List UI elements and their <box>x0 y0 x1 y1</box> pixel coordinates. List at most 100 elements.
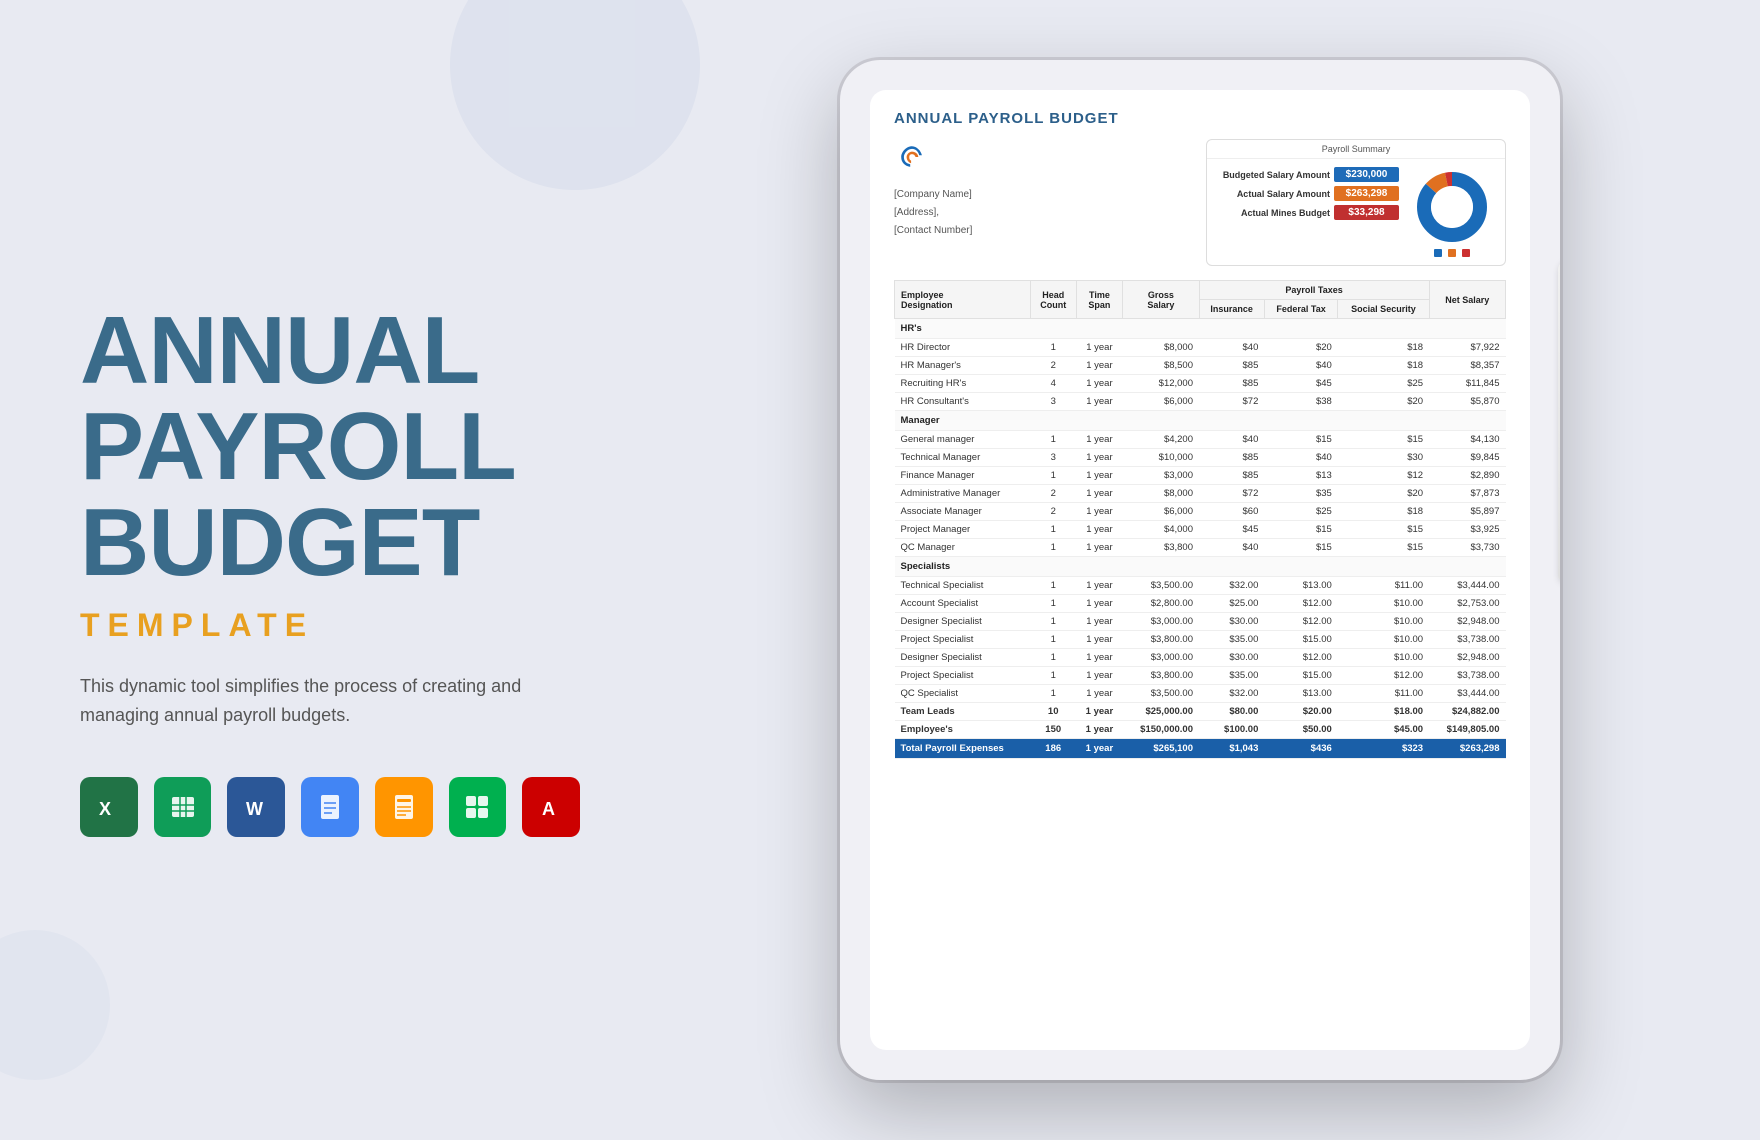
td-time-span: 1 year <box>1076 577 1122 595</box>
th-net-salary: Net Salary <box>1429 281 1505 319</box>
decorative-circle-2 <box>0 930 110 1080</box>
td-designation: Administrative Manager <box>895 485 1031 503</box>
td-head-count: 2 <box>1030 485 1076 503</box>
td-head-count: 1 <box>1030 649 1076 667</box>
td-social-security: $11.00 <box>1338 685 1429 703</box>
contact-field: [Contact Number] <box>894 222 1190 240</box>
table-row: Technical Manager 3 1 year $10,000 $85 $… <box>895 449 1506 467</box>
td-designation: QC Manager <box>895 539 1031 557</box>
td-gross-salary: $3,000.00 <box>1123 649 1199 667</box>
td-designation: HR Consultant's <box>895 393 1031 411</box>
td-designation: Project Specialist <box>895 631 1031 649</box>
right-panel: ANNUAL PAYROLL BUDGET [Company Name] [Ad… <box>640 60 1760 1080</box>
sheets-icon[interactable] <box>154 777 212 837</box>
td-head-count: 1 <box>1030 613 1076 631</box>
td-gross-salary: $6,000 <box>1123 503 1199 521</box>
svg-text:X: X <box>99 799 111 819</box>
summary-content: Budgeted Salary Amount $230,000 Actual S… <box>1207 159 1505 265</box>
td-social-security: $12 <box>1338 467 1429 485</box>
td-social-security: $10.00 <box>1338 649 1429 667</box>
tablet-screen: ANNUAL PAYROLL BUDGET [Company Name] [Ad… <box>870 90 1530 1050</box>
td-head-count: 1 <box>1030 539 1076 557</box>
section-name: Specialists <box>895 557 1506 577</box>
td-gross-salary: $10,000 <box>1123 449 1199 467</box>
td-insurance: $85 <box>1199 467 1264 485</box>
td-head-count: 4 <box>1030 375 1076 393</box>
address-field: [Address], <box>894 204 1190 222</box>
td-social-security: $18 <box>1338 357 1429 375</box>
td-insurance: $45 <box>1199 521 1264 539</box>
total-social-security: $323 <box>1338 739 1429 759</box>
summary-value-3: $33,298 <box>1334 205 1399 220</box>
td-designation: Employee's <box>895 721 1031 739</box>
td-federal-tax: $40 <box>1264 357 1337 375</box>
td-head-count: 1 <box>1030 467 1076 485</box>
td-gross-salary: $6,000 <box>1123 393 1199 411</box>
td-social-security: $10.00 <box>1338 613 1429 631</box>
td-social-security: $11.00 <box>1338 577 1429 595</box>
app-icons-row: X W A <box>80 777 580 837</box>
section-header-row: HR's <box>895 319 1506 339</box>
td-social-security: $30 <box>1338 449 1429 467</box>
th-designation: EmployeeDesignation <box>895 281 1031 319</box>
acrobat-icon[interactable]: A <box>522 777 580 837</box>
td-social-security: $18.00 <box>1338 703 1429 721</box>
td-federal-tax: $15.00 <box>1264 667 1337 685</box>
table-row: HR Consultant's 3 1 year $6,000 $72 $38 … <box>895 393 1506 411</box>
td-gross-salary: $3,000.00 <box>1123 613 1199 631</box>
td-gross-salary: $3,500.00 <box>1123 685 1199 703</box>
td-head-count: 2 <box>1030 503 1076 521</box>
td-designation: QC Specialist <box>895 685 1031 703</box>
company-logo <box>894 139 930 175</box>
td-head-count: 1 <box>1030 631 1076 649</box>
td-head-count: 1 <box>1030 339 1076 357</box>
td-designation: Account Specialist <box>895 595 1031 613</box>
td-insurance: $85 <box>1199 449 1264 467</box>
td-net-salary: $2,890 <box>1429 467 1505 485</box>
th-social-security: Social Security <box>1338 300 1429 319</box>
th-insurance: Insurance <box>1199 300 1264 319</box>
td-social-security: $12.00 <box>1338 667 1429 685</box>
td-head-count: 10 <box>1030 703 1076 721</box>
td-head-count: 1 <box>1030 595 1076 613</box>
td-social-security: $45.00 <box>1338 721 1429 739</box>
td-social-security: $15 <box>1338 539 1429 557</box>
summary-label-3: Actual Mines Budget <box>1215 208 1330 218</box>
td-insurance: $30.00 <box>1199 649 1264 667</box>
docs-icon[interactable] <box>301 777 359 837</box>
numbers-icon[interactable] <box>449 777 507 837</box>
td-time-span: 1 year <box>1076 431 1122 449</box>
td-social-security: $18 <box>1338 503 1429 521</box>
summary-value-2: $263,298 <box>1334 186 1399 201</box>
donut-chart <box>1407 167 1497 257</box>
word-icon[interactable]: W <box>227 777 285 837</box>
table-row: Technical Specialist 1 1 year $3,500.00 … <box>895 577 1506 595</box>
total-time-span: 1 year <box>1076 739 1122 759</box>
total-gross-salary: $265,100 <box>1123 739 1199 759</box>
td-insurance: $32.00 <box>1199 685 1264 703</box>
td-gross-salary: $8,000 <box>1123 485 1199 503</box>
td-insurance: $100.00 <box>1199 721 1264 739</box>
td-head-count: 1 <box>1030 521 1076 539</box>
th-gross-salary: GrossSalary <box>1123 281 1199 319</box>
td-time-span: 1 year <box>1076 631 1122 649</box>
td-social-security: $25 <box>1338 375 1429 393</box>
td-net-salary: $5,897 <box>1429 503 1505 521</box>
td-federal-tax: $25 <box>1264 503 1337 521</box>
td-insurance: $60 <box>1199 503 1264 521</box>
td-net-salary: $4,130 <box>1429 431 1505 449</box>
table-row: Finance Manager 1 1 year $3,000 $85 $13 … <box>895 467 1506 485</box>
td-federal-tax: $15 <box>1264 539 1337 557</box>
pages-icon[interactable] <box>375 777 433 837</box>
td-federal-tax: $13 <box>1264 467 1337 485</box>
table-row: Employee's 150 1 year $150,000.00 $100.0… <box>895 721 1506 739</box>
td-gross-salary: $2,800.00 <box>1123 595 1199 613</box>
td-insurance: $35.00 <box>1199 631 1264 649</box>
table-row: Recruiting HR's 4 1 year $12,000 $85 $45… <box>895 375 1506 393</box>
td-federal-tax: $38 <box>1264 393 1337 411</box>
td-time-span: 1 year <box>1076 703 1122 721</box>
td-gross-salary: $3,800.00 <box>1123 667 1199 685</box>
excel-icon[interactable]: X <box>80 777 138 837</box>
summary-box: Payroll Summary Budgeted Salary Amount $… <box>1206 139 1506 266</box>
th-time-span: TimeSpan <box>1076 281 1122 319</box>
